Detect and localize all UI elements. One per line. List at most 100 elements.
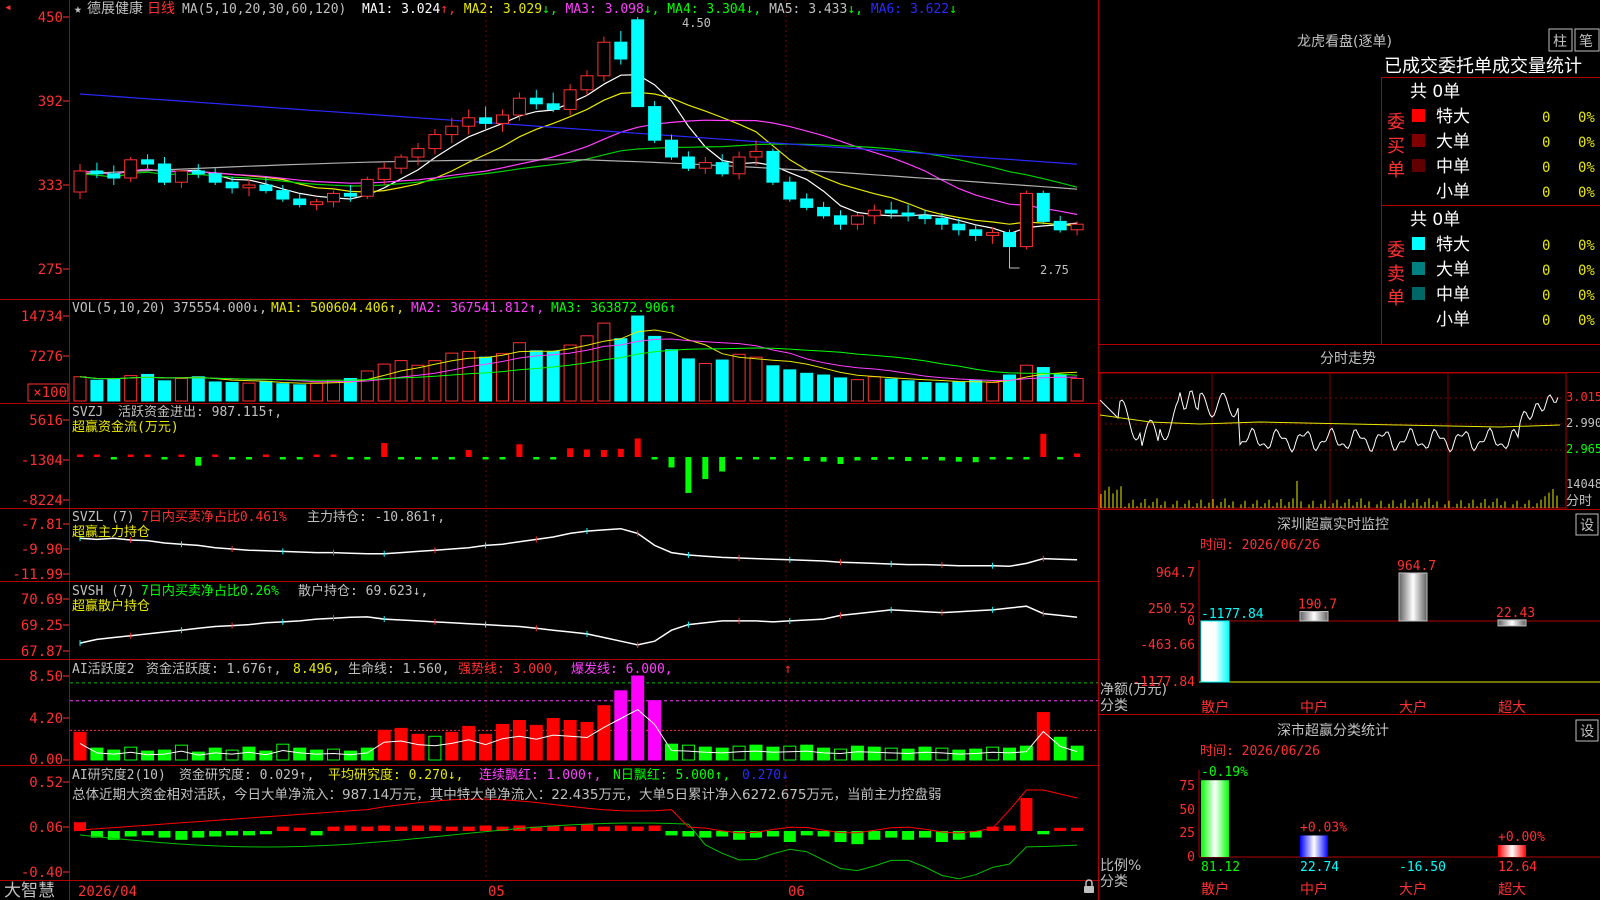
activity-bar <box>884 747 898 761</box>
money-flow-bar <box>972 457 979 463</box>
svzl-tick: -7.81 <box>21 517 63 533</box>
research-bar <box>564 826 577 831</box>
volume-panel[interactable] <box>73 315 1084 402</box>
research-bar <box>141 831 154 836</box>
date-tick: 05 <box>488 884 505 900</box>
activity-bar <box>935 747 949 761</box>
money-flow-bar <box>144 454 151 457</box>
intraday-price-tick: 3.015 <box>1566 390 1600 404</box>
svzj-tick: 5616 <box>29 413 63 429</box>
volume-bar <box>1036 367 1050 402</box>
volume-bar <box>174 378 188 402</box>
analysis-summary: 总体近期大资金相对活跃，今日大单净流入：987.14万元，其中特大单净流入：22… <box>72 786 941 803</box>
monitor-category: 超大 <box>1498 700 1526 716</box>
date-axis: 大智慧 2026/04 05 06 <box>4 881 805 900</box>
money-flow-bar <box>584 449 590 457</box>
classify-bar-value: 81.12 <box>1201 860 1240 875</box>
activity-bar <box>158 749 171 761</box>
candle-body <box>428 134 442 150</box>
research-panel[interactable] <box>74 789 1084 880</box>
intraday-price-line <box>1099 390 1559 453</box>
volume-bar <box>766 365 780 402</box>
svzj-panel[interactable] <box>77 433 1081 493</box>
candle-body <box>462 117 476 127</box>
ma-arrow: ↓, <box>542 2 565 17</box>
research-bar <box>885 831 898 838</box>
volume-bar <box>681 358 695 402</box>
candle-body <box>1053 220 1067 231</box>
act-header: AI活跃度2 资金活跃度: 1.676↑, 8.496, 生命线: 1.560,… <box>72 661 792 677</box>
money-flow-bar <box>77 454 83 457</box>
research-bar <box>175 831 188 840</box>
intraday-frame <box>1099 372 1567 509</box>
order-total: 共 0单 <box>1410 210 1460 230</box>
volume-bar <box>631 315 645 402</box>
ma-values: MA1: 3.024↑, MA2: 3.029↓, MA3: 3.098↓, M… <box>362 2 957 17</box>
classify-bar-value: -16.50 <box>1399 860 1446 875</box>
candle-body <box>783 181 797 200</box>
volume-bar <box>749 356 763 402</box>
monitor-ytick: 0 <box>1187 614 1195 629</box>
order-color-swatch <box>1412 134 1425 147</box>
svsh-tick: 69.25 <box>21 618 63 634</box>
candle-body <box>749 150 763 158</box>
monitor-xlabel: 分类 <box>1100 698 1128 714</box>
lock-icon[interactable] <box>1084 879 1094 893</box>
activity-bar <box>580 721 594 761</box>
money-flow-bar <box>448 457 455 460</box>
candle-body <box>90 170 104 175</box>
intraday-chart[interactable]: 3.015 2.990 2.965 14048 分时 <box>1099 372 1600 509</box>
money-flow-bar <box>431 457 438 460</box>
volume-bar <box>597 322 611 402</box>
volume-bar <box>867 376 881 402</box>
money-flow-bar <box>465 450 472 457</box>
money-flow-bar <box>110 457 117 460</box>
candle-body <box>174 170 188 183</box>
svg-text:散户持仓: 69.623↓,: 散户持仓: 69.623↓, <box>298 583 428 599</box>
activity-bar <box>327 748 340 761</box>
svsh-panel[interactable] <box>79 605 1078 648</box>
candle-body <box>867 209 881 217</box>
activity-bar <box>259 750 273 761</box>
classify-bar-chart[interactable]: 75 50 25 0 -0.19% 81.12 散户 +0.03% 22.74 中户 -16.50 大… <box>1179 765 1600 898</box>
volume-bar <box>73 376 87 402</box>
ma-value: MA3: 3.098 <box>566 2 644 17</box>
research-bar <box>868 831 881 840</box>
ma-arrow: ↓, <box>847 2 870 17</box>
candle-body <box>884 209 898 214</box>
ma120-line <box>79 93 1078 165</box>
research-bar <box>902 831 915 840</box>
svzl-panel[interactable] <box>79 527 1078 569</box>
money-flow-bar <box>905 457 912 462</box>
money-flow-bar <box>364 457 371 460</box>
classify-bar-change: +0.03% <box>1300 820 1347 835</box>
activity-bar <box>918 746 932 761</box>
volume-bar <box>935 382 949 402</box>
chart-canvas[interactable]: 450 392 333 275 14734 7276 ×100 5616 -13… <box>0 0 1600 900</box>
research-bar <box>192 831 205 838</box>
stock-name[interactable]: 德展健康 <box>87 0 143 17</box>
volume-bar <box>107 378 121 402</box>
res-tick: -0.40 <box>21 865 63 881</box>
candle-body <box>1070 223 1084 231</box>
price-header: ◂ ★ 德展健康 日线 MA(5,10,20,30,60,120) MA1: 3… <box>4 0 1069 277</box>
candle-body <box>343 192 357 197</box>
activity-bar <box>225 749 239 761</box>
candle-body <box>141 159 155 165</box>
money-flow-bar <box>668 457 675 468</box>
candle-body <box>276 190 290 200</box>
activity-panel[interactable] <box>70 675 1098 761</box>
classify-category: 超大 <box>1498 882 1526 898</box>
classify-category: 中户 <box>1300 881 1328 898</box>
svg-text:活跃资金进出: 987.115↑,: 活跃资金进出: 987.115↑, <box>118 404 282 420</box>
monitor-bar-chart[interactable]: 964.7250.520-463.66-1177.84-1177.84散户190… <box>1132 559 1600 716</box>
research-bar <box>682 831 695 837</box>
candle-body <box>850 215 864 225</box>
svg-text:主力持仓: -10.861↑,: 主力持仓: -10.861↑, <box>307 510 445 525</box>
activity-bar <box>681 744 695 761</box>
price-panel[interactable] <box>73 17 1084 269</box>
act-tick: 4.20 <box>29 711 63 727</box>
vol-unit: ×100 <box>33 385 67 401</box>
classify-bar <box>1201 780 1229 857</box>
volume-bar <box>1003 374 1016 402</box>
